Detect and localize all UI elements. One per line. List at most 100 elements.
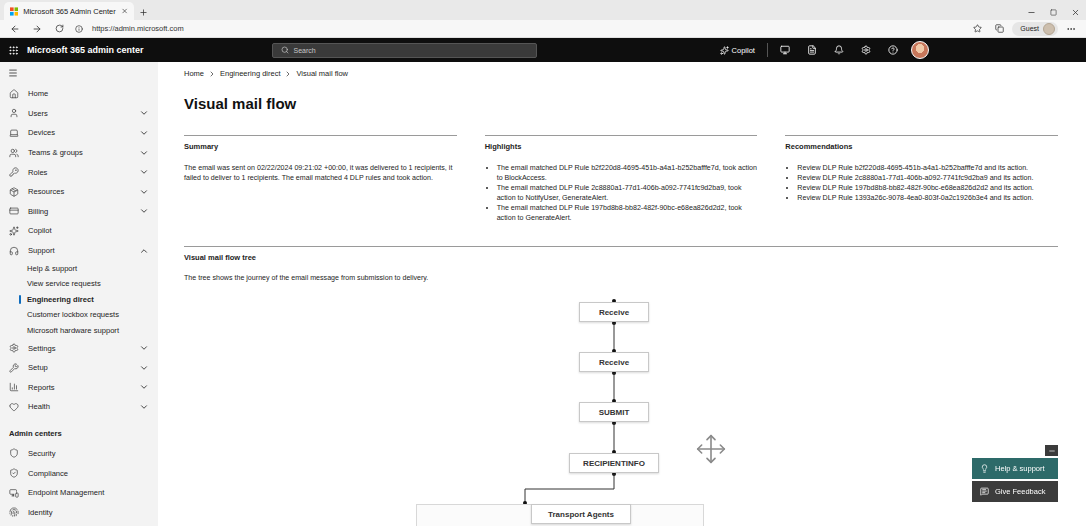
sidebar-item[interactable]: Compliance [0,463,158,483]
sidebar-label: Copilot [28,226,149,235]
sidebar-item[interactable]: Setup [0,358,158,378]
sidebar-item[interactable]: Health [0,397,158,417]
copilot-button[interactable]: Copilot [720,43,768,57]
maximize-button[interactable] [1042,4,1064,20]
search-box[interactable]: Search [272,43,537,58]
feedback-icon [980,487,989,496]
mail-flow-tree: Visual mail flow treeThe tree shows the … [184,246,1058,526]
recommendation-item: Review DLP Rule 2c8880a1-77d1-406b-a092-… [797,173,1058,183]
sidebar-label: Microsoft hardware support [9,326,149,335]
address-bar: https://admin.microsoft.com Guest [0,20,1086,38]
recommendation-item: Review DLP Rule b2f220d8-4695-451b-a4a1-… [797,163,1058,173]
sidebar-item[interactable]: Home [0,84,158,104]
sidebar-item[interactable]: Billing [0,202,158,222]
app-launcher-icon[interactable] [8,45,19,56]
nav-icon [9,226,19,236]
profile-button[interactable]: Guest [1012,22,1058,36]
site-info-button[interactable] [72,21,86,37]
sidebar-subitem[interactable]: View service requests [0,276,158,292]
collapse-button[interactable] [0,65,158,81]
tree-title: Visual mail flow tree [184,253,1058,263]
browser-tab-bar: Microsoft 365 Admin Center [0,0,1086,20]
app-name[interactable]: Microsoft 365 admin center [27,45,144,55]
new-tab-button[interactable] [134,4,152,20]
microsoft-logo-icon [10,7,18,16]
sidebar-item[interactable]: Reports [0,378,158,398]
sidebar-heading: Admin centers [0,417,158,444]
gear-icon [861,45,871,55]
chevron-icon [139,128,149,138]
tree-canvas[interactable]: Receive Receive SUBMIT RECIPIENTINFO Transpo… [184,283,1058,526]
screen-button[interactable] [776,41,794,59]
sidebar-item[interactable]: Users [0,104,158,124]
help-support-button[interactable]: Help & support [972,458,1058,479]
sidebar-label: Customer lockbox requests [9,310,149,319]
star-icon [973,24,982,33]
back-button[interactable] [6,21,24,37]
breadcrumb-item[interactable]: Engineering direct [220,68,280,79]
url-field[interactable]: https://admin.microsoft.com [92,24,184,33]
sidebar-item[interactable]: Resources [0,182,158,202]
breadcrumb: Home Engineering direct Visual mail flow [184,68,1058,79]
more-icon [1066,24,1076,34]
sidebar-label: Teams & groups [28,148,139,157]
chevron-icon [139,343,149,353]
close-window-button[interactable] [1064,4,1086,20]
sidebar-label: Admin centers [9,429,149,438]
sidebar-subitem[interactable]: Microsoft hardware support [0,323,158,339]
refresh-icon [55,24,64,33]
settings-button[interactable] [857,41,875,59]
flow-node[interactable]: RECIPIENTINFO [569,453,659,473]
sidebar-item[interactable]: Teams & groups [0,143,158,163]
sidebar-label: Roles [28,168,139,177]
sidebar-item[interactable]: Copilot [0,221,158,241]
recommendation-item: Review DLP Rule 197bd8b8-bb82-482f-90bc-… [797,183,1058,193]
nav-icon [9,246,19,256]
flow-node[interactable]: Receive [579,352,649,372]
move-icon[interactable] [695,433,727,469]
card-title: Highlights [485,142,758,152]
flow-node[interactable]: SUBMIT [579,402,649,422]
breadcrumb-item[interactable]: Home [184,68,204,79]
sidebar-label: Health [28,402,139,411]
floating-panel: Help & supportGive Feedback [972,445,1058,502]
profile-avatar-icon [1043,23,1055,35]
help-button[interactable] [884,41,902,59]
sidebar-subitem[interactable]: Help & support [0,260,158,276]
forward-icon [32,24,42,34]
document-button[interactable] [803,41,821,59]
sidebar-item[interactable]: Support [0,241,158,261]
info-icon [75,25,83,33]
flow-node[interactable]: Transport Agents [531,504,631,524]
sidebar-item[interactable]: Endpoint Management [0,483,158,503]
nav-icon [9,128,19,138]
highlight-item: The email matched DLP Rule 2c8880a1-77d1… [497,183,758,203]
header-actions [776,41,929,59]
user-avatar-icon[interactable] [911,41,929,59]
breadcrumb-item: Visual mail flow [296,68,348,79]
notifications-button[interactable] [830,41,848,59]
sidebar-item[interactable]: Identity [0,502,158,522]
help-icon [980,464,989,473]
sidebar-subitem[interactable]: Engineering direct [0,292,158,308]
browser-tab[interactable]: Microsoft 365 Admin Center [4,2,134,20]
chevron-icon [139,206,149,216]
sidebar-item[interactable]: Devices [0,123,158,143]
minimize-panel-button[interactable] [1045,445,1058,456]
nav-icon [9,89,19,99]
sidebar-item[interactable]: Security [0,444,158,464]
favorite-button[interactable] [968,21,986,37]
forward-button[interactable] [28,21,46,37]
feedback-button[interactable]: Give Feedback [972,481,1058,502]
close-tab-icon[interactable] [121,7,128,15]
collections-button[interactable] [990,21,1008,37]
sidebar-item[interactable]: Roles [0,162,158,182]
minimize-button[interactable] [1020,4,1042,20]
browser-menu-button[interactable] [1062,21,1080,37]
nav-icon [9,167,19,177]
flow-node[interactable]: Receive [579,302,649,322]
refresh-button[interactable] [50,21,68,37]
sidebar-item[interactable]: Settings [0,338,158,358]
sidebar-subitem[interactable]: Customer lockbox requests [0,307,158,323]
summary-card: SummaryThe email was sent on 02/22/2024 … [184,135,457,223]
